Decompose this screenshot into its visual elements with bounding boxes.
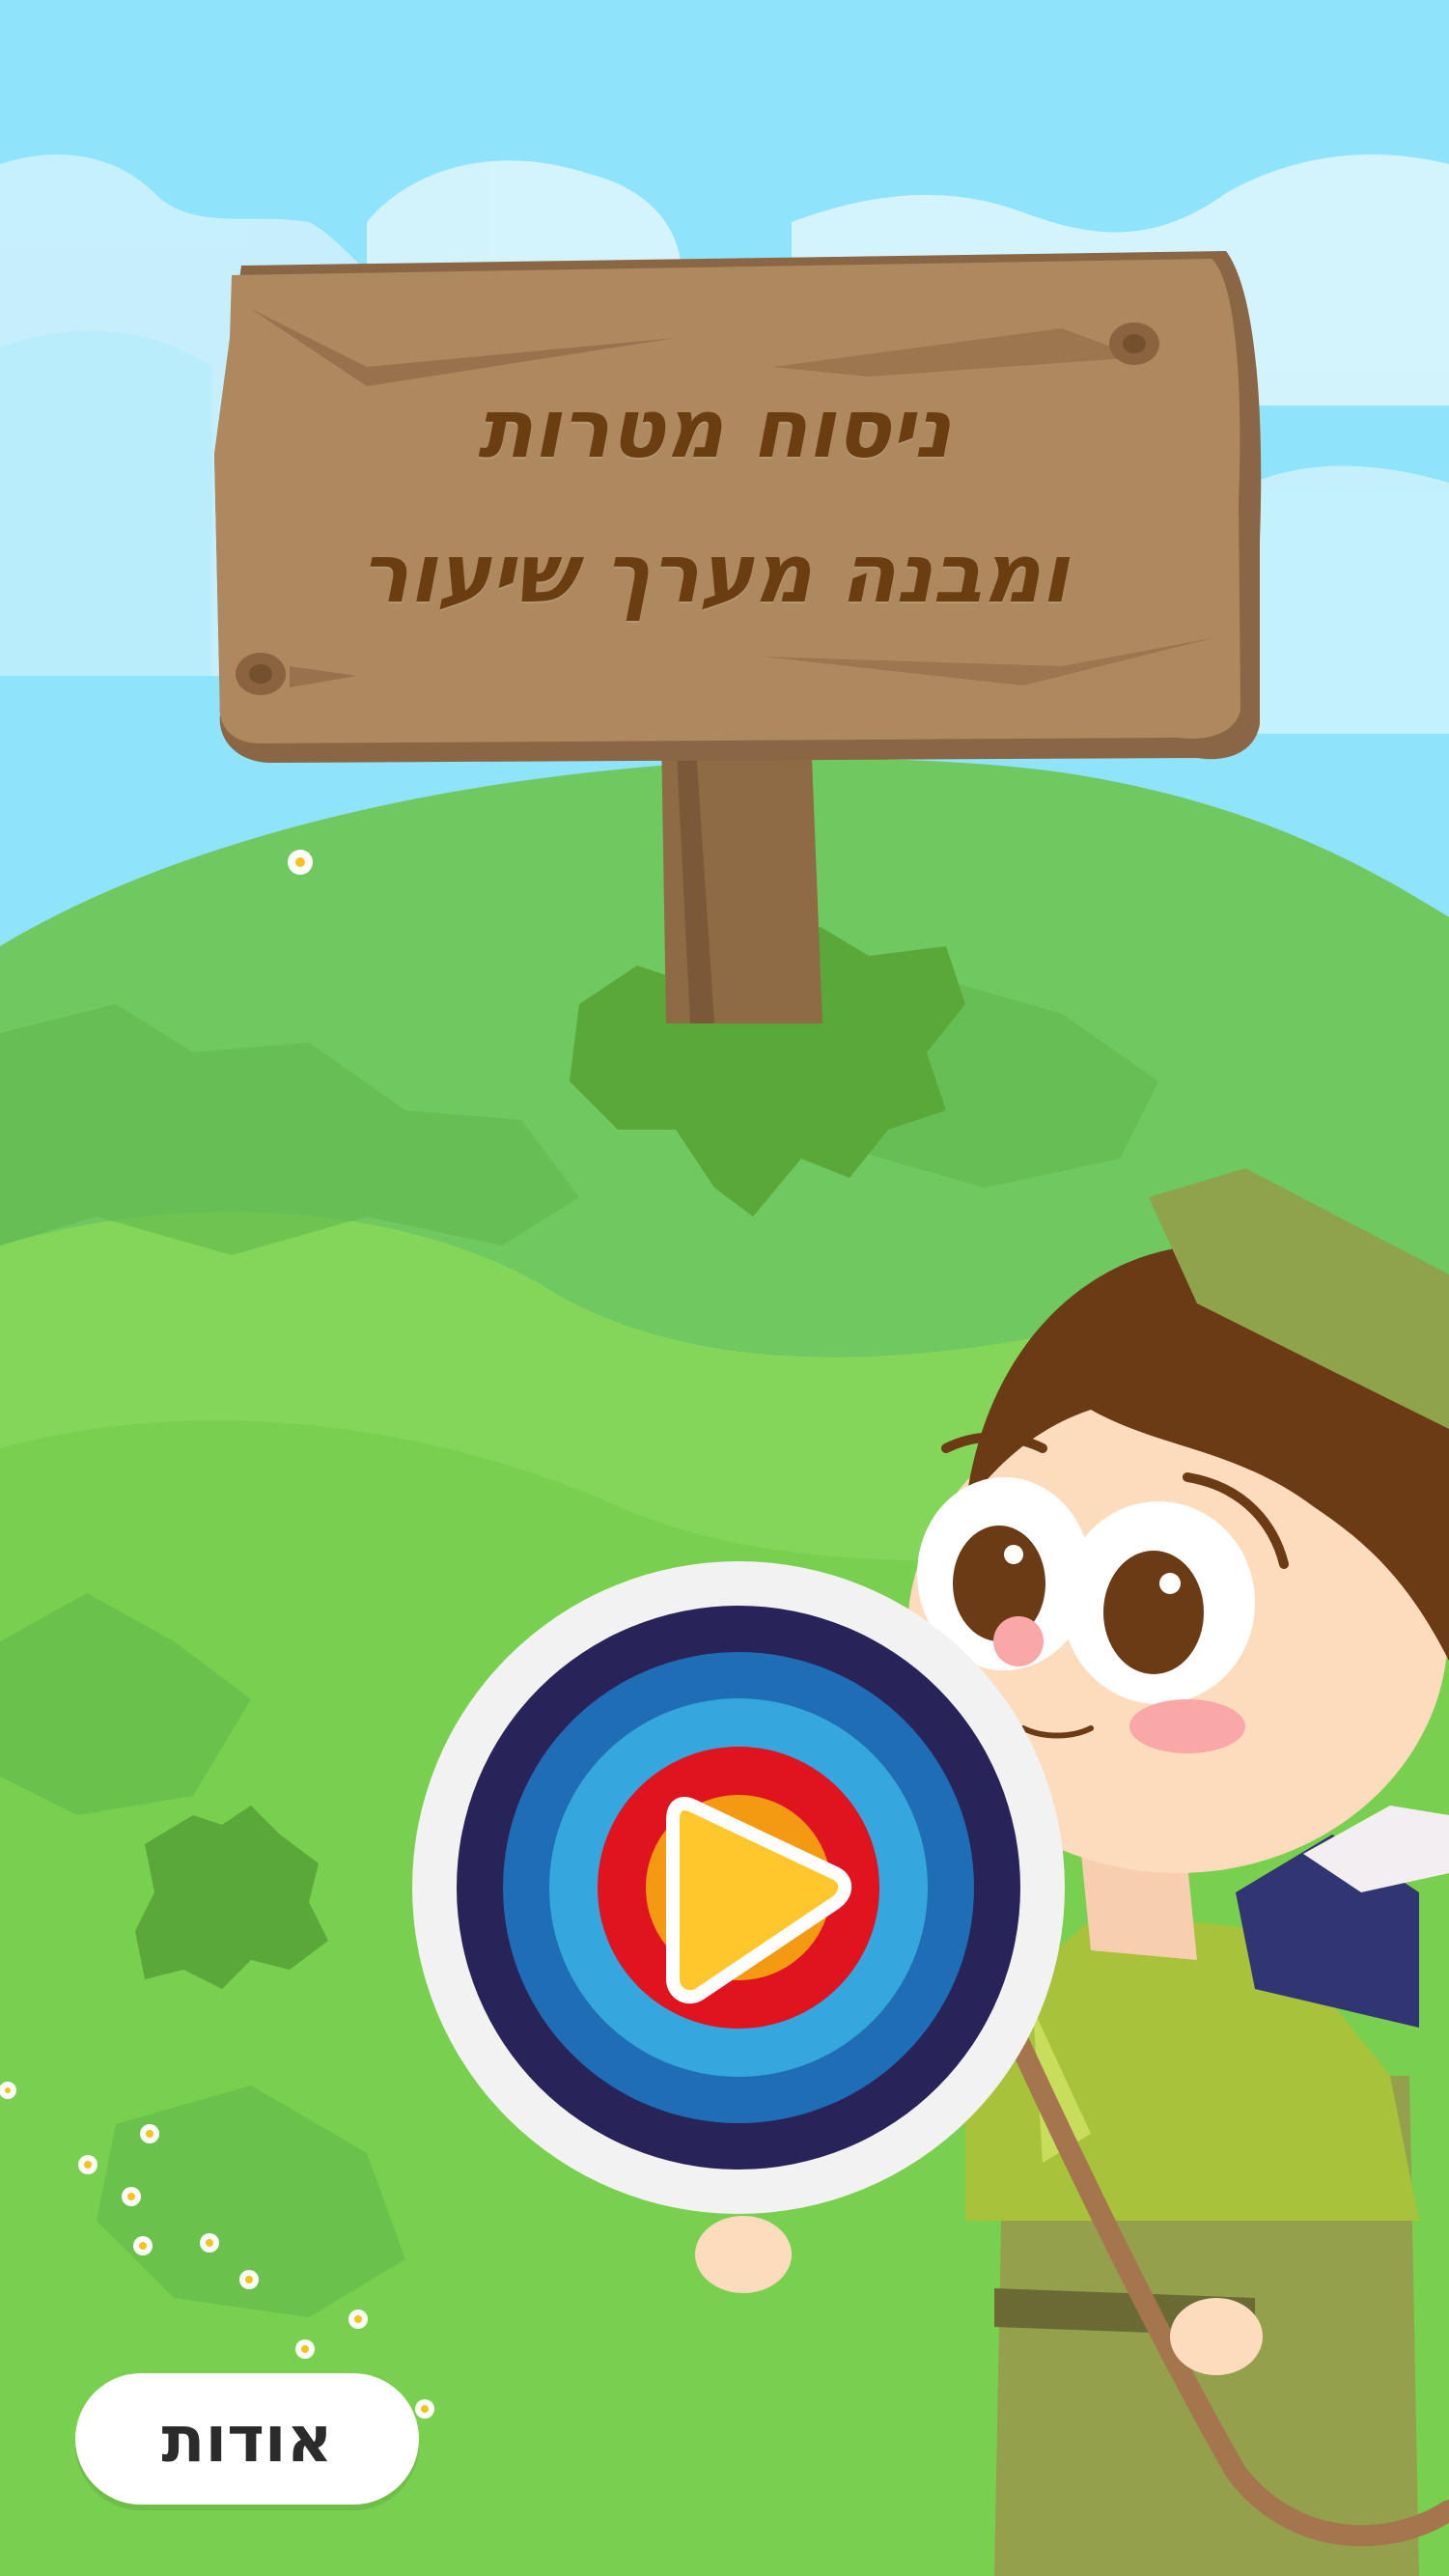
title-line-1: ניסוח מטרות bbox=[477, 381, 952, 476]
about-button[interactable]: אודות bbox=[75, 2373, 419, 2505]
title-line-2: ומבנה מערך שיעור bbox=[360, 526, 1069, 621]
play-button[interactable] bbox=[410, 1559, 1067, 2216]
